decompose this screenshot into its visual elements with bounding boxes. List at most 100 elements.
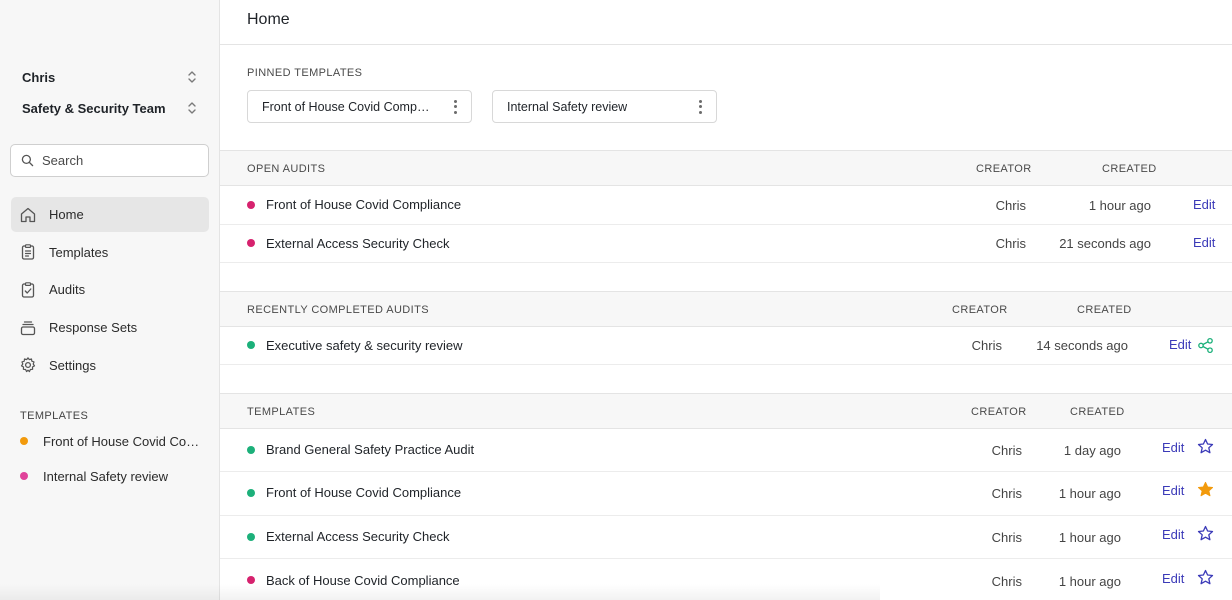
chevron-up-down-icon: [188, 71, 196, 83]
table-row[interactable]: Brand General Safety Practice Audit Chri…: [220, 429, 1232, 472]
sidebar-template-label: Internal Safety review: [43, 468, 169, 484]
column-header-created[interactable]: CREATED: [1070, 406, 1125, 418]
page-title: Home: [247, 11, 290, 28]
main-content: Home PINNED TEMPLATES Front of House Cov…: [220, 0, 1232, 600]
kebab-menu-icon[interactable]: [698, 99, 702, 114]
star-outline-icon[interactable]: [1197, 525, 1214, 542]
creator-cell: Chris: [991, 574, 1022, 589]
sidebar-item-label: Response Sets: [49, 320, 138, 336]
templates-header: TEMPLATES CREATOR CREATED: [220, 393, 1232, 429]
edit-link[interactable]: Edit: [1193, 235, 1215, 250]
bottom-shadow: [0, 584, 880, 600]
creator-cell: Chris: [971, 338, 1002, 353]
clipboard-check-icon: [21, 282, 35, 298]
star-filled-icon[interactable]: [1197, 481, 1214, 498]
team-name: Safety & Security Team: [22, 100, 166, 116]
status-dot: [20, 472, 28, 480]
sidebar-item-label: Settings: [49, 357, 96, 373]
edit-link[interactable]: Edit: [1162, 440, 1184, 455]
user-name: Chris: [22, 69, 56, 85]
status-dot: [247, 201, 255, 209]
creator-cell: Chris: [991, 486, 1022, 501]
table-row[interactable]: Front of House Covid Compliance Chris 1 …: [220, 472, 1232, 516]
sidebar-nav: Home Templates Audits Response Sets Sett…: [11, 197, 209, 385]
edit-link[interactable]: Edit: [1162, 527, 1184, 542]
created-cell: 1 hour ago: [1058, 574, 1121, 589]
divider: [220, 44, 1232, 45]
pinned-template-label: Internal Safety review: [507, 99, 628, 114]
search-box: [10, 144, 209, 177]
user-switcher[interactable]: Chris: [22, 66, 198, 88]
share-icon[interactable]: [1197, 337, 1214, 354]
template-name: External Access Security Check: [266, 529, 450, 544]
pinned-template-card[interactable]: Front of House Covid Compliance: [247, 90, 472, 123]
sidebar-item-response-sets[interactable]: Response Sets: [11, 310, 209, 345]
sidebar-item-settings[interactable]: Settings: [11, 348, 209, 383]
star-outline-icon[interactable]: [1197, 569, 1214, 586]
edit-link[interactable]: Edit: [1193, 197, 1215, 212]
section-title: TEMPLATES: [247, 406, 316, 418]
status-dot: [247, 533, 255, 541]
status-dot: [247, 489, 255, 497]
search-icon: [21, 154, 34, 167]
status-dot: [247, 341, 255, 349]
sidebar-template-item[interactable]: Internal Safety review: [20, 467, 200, 485]
table-row[interactable]: External Access Security Check Chris 21 …: [220, 225, 1232, 263]
gear-icon: [20, 357, 36, 373]
column-header-creator[interactable]: CREATOR: [971, 406, 1027, 418]
creator-cell: Chris: [995, 198, 1026, 213]
column-header-creator[interactable]: CREATOR: [952, 304, 1008, 316]
sidebar-item-templates[interactable]: Templates: [11, 235, 209, 270]
table-row[interactable]: Executive safety & security review Chris…: [220, 327, 1232, 365]
status-dot: [247, 446, 255, 454]
column-header-created[interactable]: CREATED: [1077, 304, 1132, 316]
status-dot: [247, 576, 255, 584]
section-title: OPEN AUDITS: [247, 163, 326, 175]
audit-name: External Access Security Check: [266, 236, 450, 251]
creator-cell: Chris: [991, 443, 1022, 458]
creator-cell: Chris: [995, 236, 1026, 251]
section-title: RECENTLY COMPLETED AUDITS: [247, 304, 429, 316]
sidebar: Chris Safety & Security Team Home Templa…: [0, 0, 220, 600]
clipboard-list-icon: [21, 244, 35, 260]
column-header-created[interactable]: CREATED: [1102, 163, 1157, 175]
audit-name: Executive safety & security review: [266, 338, 463, 353]
edit-link[interactable]: Edit: [1169, 337, 1191, 352]
stack-icon: [20, 320, 36, 335]
template-name: Brand General Safety Practice Audit: [266, 442, 475, 457]
created-cell: 1 hour ago: [1088, 198, 1151, 213]
created-cell: 1 hour ago: [1058, 530, 1121, 545]
completed-audits-header: RECENTLY COMPLETED AUDITS CREATOR CREATE…: [220, 291, 1232, 327]
sidebar-item-audits[interactable]: Audits: [11, 272, 209, 307]
home-icon: [20, 207, 36, 222]
pinned-template-card[interactable]: Internal Safety review: [492, 90, 717, 123]
edit-link[interactable]: Edit: [1162, 571, 1184, 586]
kebab-menu-icon[interactable]: [453, 99, 457, 114]
status-dot: [20, 437, 28, 445]
pinned-template-label: Front of House Covid Compliance: [262, 99, 432, 114]
sidebar-item-home[interactable]: Home: [11, 197, 209, 232]
sidebar-item-label: Audits: [49, 282, 86, 298]
creator-cell: Chris: [991, 530, 1022, 545]
edit-link[interactable]: Edit: [1162, 483, 1184, 498]
chevron-up-down-icon: [188, 102, 196, 114]
star-outline-icon[interactable]: [1197, 438, 1214, 455]
sidebar-templates-heading: TEMPLATES: [20, 410, 89, 422]
sidebar-item-label: Templates: [49, 244, 109, 260]
table-row[interactable]: Front of House Covid Compliance Chris 1 …: [220, 186, 1232, 225]
open-audits-header: OPEN AUDITS CREATOR CREATED: [220, 150, 1232, 186]
status-dot: [247, 239, 255, 247]
audit-name: Front of House Covid Compliance: [266, 197, 462, 212]
sidebar-item-label: Home: [49, 207, 84, 222]
sidebar-template-label: Front of House Covid Compliance: [43, 433, 200, 449]
created-cell: 21 seconds ago: [1059, 236, 1151, 251]
template-name: Front of House Covid Compliance: [266, 485, 462, 500]
search-input[interactable]: [42, 153, 192, 168]
column-header-creator[interactable]: CREATOR: [976, 163, 1032, 175]
created-cell: 1 day ago: [1063, 443, 1121, 458]
table-row[interactable]: External Access Security Check Chris 1 h…: [220, 516, 1232, 559]
sidebar-template-item[interactable]: Front of House Covid Compliance: [20, 432, 200, 450]
created-cell: 14 seconds ago: [1036, 338, 1128, 353]
team-switcher[interactable]: Safety & Security Team: [22, 97, 198, 119]
pinned-templates-heading: PINNED TEMPLATES: [247, 67, 363, 79]
